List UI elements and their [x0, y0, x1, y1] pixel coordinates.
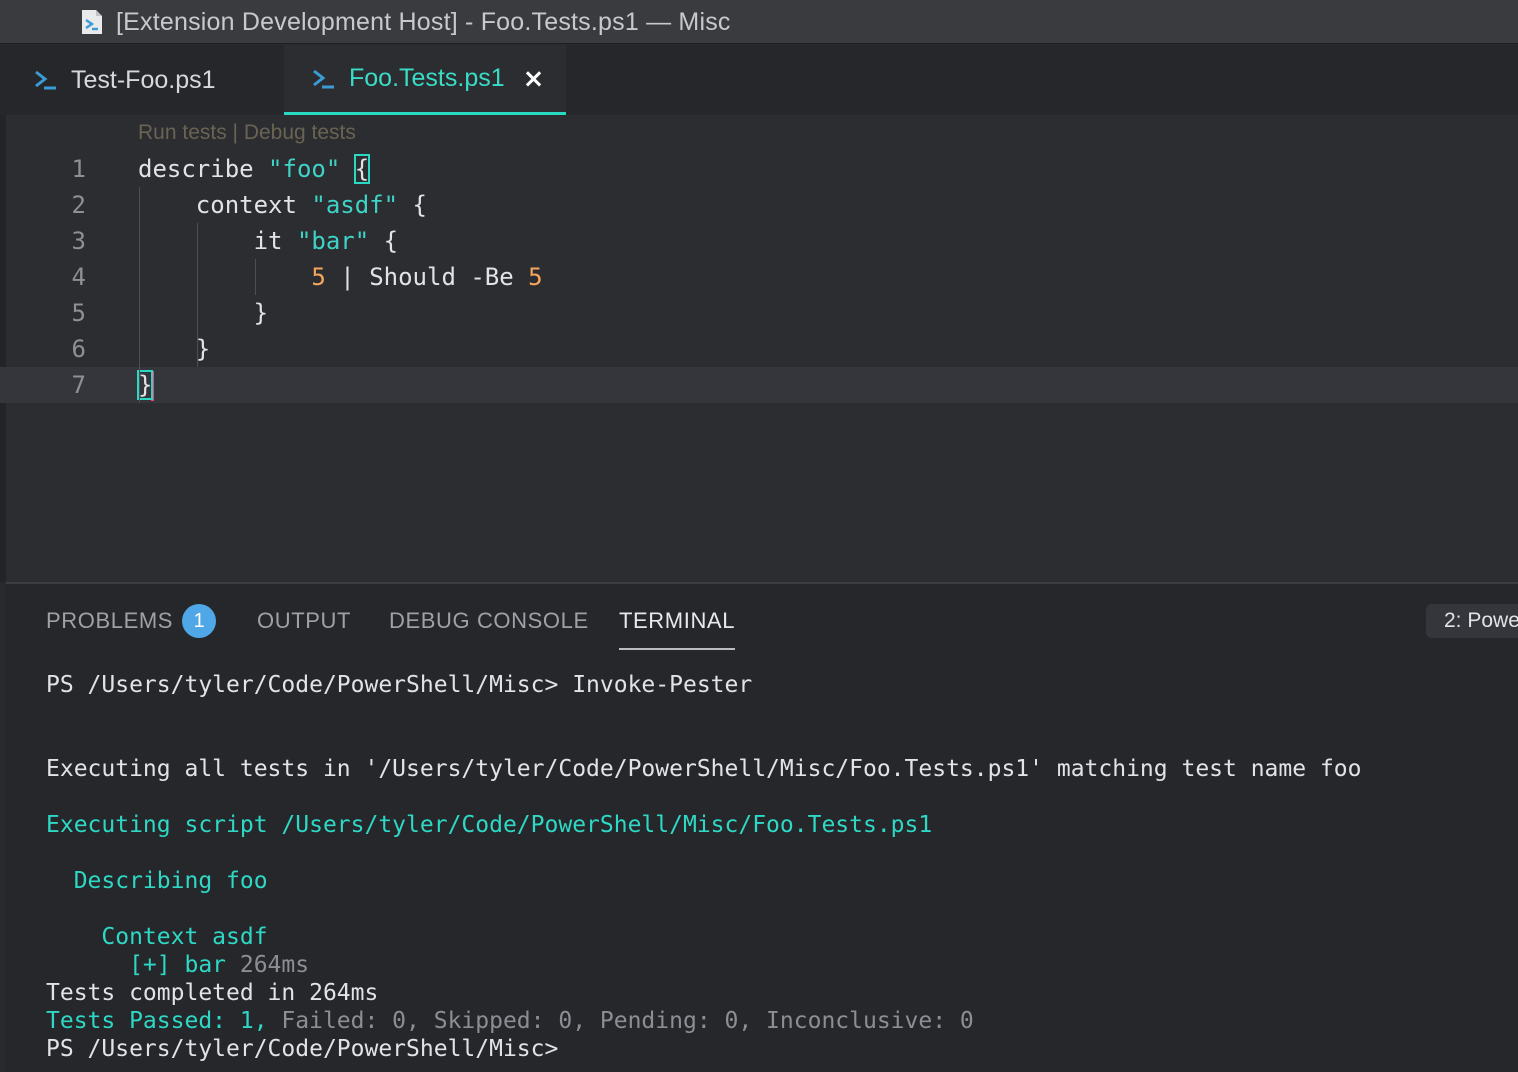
indent-guide	[255, 259, 256, 295]
terminal-executing-script: Executing script /Users/tyler/Code/Power…	[46, 812, 933, 838]
summary-passed: Tests Passed: 1,	[46, 1008, 268, 1034]
code-token: 5	[528, 263, 543, 291]
terminal-test-result: [+] bar 264ms	[46, 951, 309, 979]
indent-guide	[197, 223, 198, 367]
line-number: 1	[71, 155, 86, 183]
panel-tab-bar: PROBLEMS 1 OUTPUT DEBUG CONSOLE TERMINAL…	[6, 584, 1518, 654]
code-token: 5	[311, 263, 326, 291]
terminal-context: Context asdf	[46, 924, 268, 950]
line-code: 5 | Should -Be 5	[138, 259, 543, 295]
line-number: 3	[71, 227, 86, 255]
code-token: "foo"	[268, 155, 341, 183]
line-number: 6	[71, 335, 86, 363]
terminal-prompt-command: PS /Users/tyler/Code/PowerShell/Misc> In…	[46, 672, 753, 698]
line-code: it "bar" {	[138, 223, 399, 259]
line-code: }	[138, 295, 268, 331]
powershell-file-icon	[82, 10, 102, 34]
tab-output[interactable]: OUTPUT	[257, 608, 351, 634]
code-line[interactable]: 6 }	[0, 331, 1518, 367]
code-token: "asdf"	[311, 191, 399, 219]
window-titlebar: [Extension Development Host] - Foo.Tests…	[0, 0, 1518, 44]
summary-rest: Failed: 0, Skipped: 0, Pending: 0, Incon…	[267, 1008, 974, 1034]
indent-guide	[139, 187, 140, 403]
line-number: 7	[71, 371, 86, 399]
terminal-summary: Tests Passed: 1, Failed: 0, Skipped: 0, …	[46, 1007, 974, 1035]
line-number: 5	[71, 299, 86, 327]
test-result-time: 264ms	[226, 952, 310, 978]
terminal-tests-completed: Tests completed in 264ms	[46, 980, 379, 1006]
code-line[interactable]: 4 5 | Should -Be 5	[0, 259, 1518, 295]
code-line[interactable]: 3 it "bar" {	[0, 223, 1518, 259]
code-line[interactable]: 5 }	[0, 295, 1518, 331]
matched-brace: }	[136, 370, 154, 400]
code-token: {	[398, 191, 427, 219]
code-token: it	[138, 227, 297, 255]
code-token: context	[138, 191, 312, 219]
codelens-run-debug-tests[interactable]: Run tests | Debug tests	[138, 121, 356, 145]
line-code: context "asdf" {	[138, 187, 427, 223]
line-code: }	[136, 367, 155, 403]
test-result-name: [+] bar	[46, 952, 227, 978]
code-token: }	[138, 335, 211, 363]
code-line[interactable]: 1 describe "foo" {	[0, 151, 1518, 187]
line-code: }	[138, 331, 210, 367]
code-token: "bar"	[296, 227, 370, 255]
text-cursor	[151, 371, 155, 401]
line-number: 4	[71, 263, 86, 291]
tab-foo-tests[interactable]: Foo.Tests.ps1 ×	[284, 45, 566, 115]
code-token: describe	[138, 155, 269, 183]
line-code: describe "foo" {	[138, 151, 371, 187]
tab-label: Test-Foo.ps1	[71, 65, 216, 94]
window-title: [Extension Development Host] - Foo.Tests…	[116, 8, 731, 36]
problems-count-badge: 1	[182, 604, 216, 638]
code-line[interactable]: 2 context "asdf" {	[0, 187, 1518, 223]
terminal-instance-select[interactable]: 2: Powe	[1426, 604, 1518, 638]
tab-debug-console[interactable]: DEBUG CONSOLE	[389, 608, 589, 634]
bottom-panel: PROBLEMS 1 OUTPUT DEBUG CONSOLE TERMINAL…	[6, 582, 1518, 1072]
powershell-prompt-icon	[35, 70, 56, 90]
terminal-executing-all: Executing all tests in '/Users/tyler/Cod…	[46, 756, 1362, 782]
editor-tab-bar: Test-Foo.ps1 Foo.Tests.ps1 ×	[0, 45, 1518, 115]
code-token: {	[369, 227, 399, 255]
code-token: }	[138, 299, 269, 327]
terminal-describing: Describing foo	[46, 868, 268, 894]
code-editor[interactable]: Run tests | Debug tests 1 describe "foo" …	[0, 115, 1518, 582]
tab-label: Foo.Tests.ps1	[349, 64, 505, 92]
code-token: | Should -Be	[325, 263, 529, 291]
powershell-prompt-icon	[313, 69, 334, 88]
tab-terminal[interactable]: TERMINAL	[619, 608, 736, 650]
tab-test-foo[interactable]: Test-Foo.ps1	[0, 45, 284, 115]
terminal-final-prompt[interactable]: PS /Users/tyler/Code/PowerShell/Misc>	[46, 1035, 558, 1063]
close-icon[interactable]: ×	[523, 66, 545, 92]
line-number: 2	[71, 191, 86, 219]
code-line[interactable]: 7}	[0, 367, 1518, 403]
tab-problems[interactable]: PROBLEMS	[46, 608, 173, 634]
matched-brace: {	[353, 154, 371, 184]
